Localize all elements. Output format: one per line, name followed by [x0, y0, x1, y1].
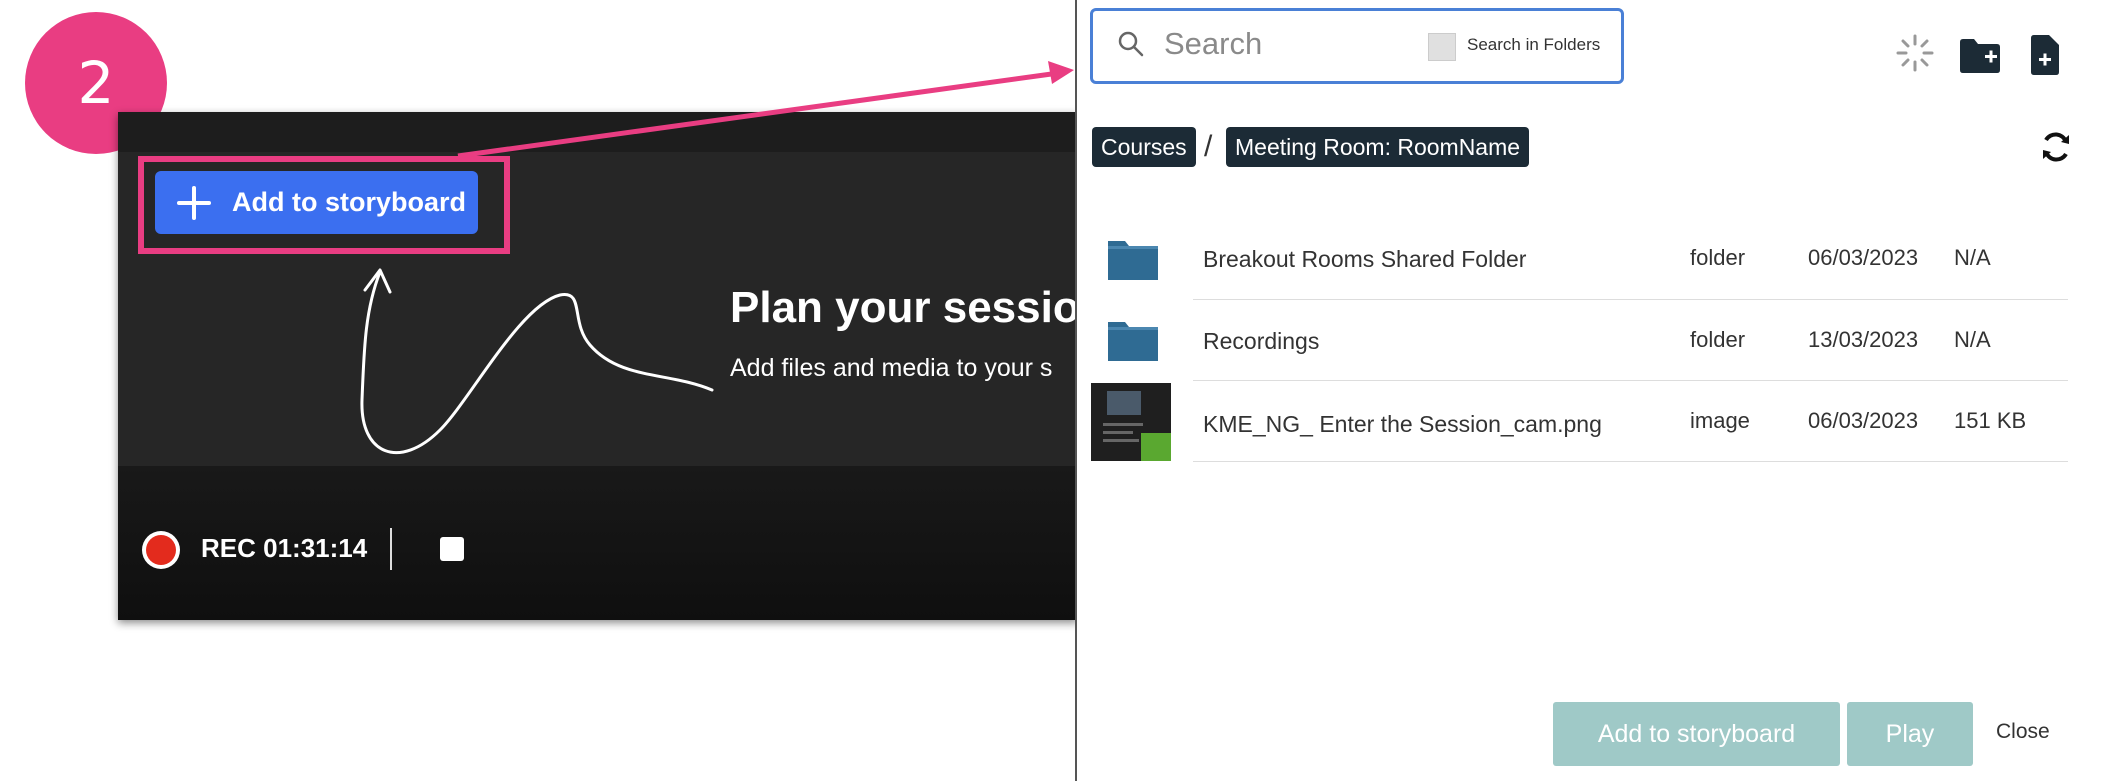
file-size: N/A [1954, 245, 1991, 270]
file-name: Breakout Rooms Shared Folder [1203, 246, 1527, 272]
folder-icon [1108, 322, 1158, 361]
session-top-strip [118, 112, 1078, 152]
connector-arrowhead-icon [1048, 61, 1074, 84]
plan-session-subtitle: Add files and media to your s [730, 354, 1053, 382]
new-folder-icon[interactable] [1958, 36, 2002, 74]
breadcrumb-meeting-room[interactable]: Meeting Room: RoomName [1226, 127, 1530, 167]
search-input[interactable] [1164, 24, 1404, 64]
search-icon [1118, 31, 1144, 57]
plan-session-title: Plan your sessio [730, 283, 1080, 332]
search-in-folders-label: Search in Folders [1467, 35, 1601, 54]
file-date: 06/03/2023 [1808, 245, 1919, 270]
close-button[interactable]: Close [1996, 720, 2050, 744]
image-badge-icon [1141, 433, 1171, 461]
refresh-icon[interactable] [2039, 130, 2073, 164]
file-type: folder [1690, 245, 1746, 270]
file-size: N/A [1954, 327, 1991, 352]
file-name: Recordings [1203, 328, 1320, 354]
recording-timer: REC 01:31:14 [201, 533, 368, 563]
record-indicator-icon [146, 535, 176, 565]
dialog-add-to-storyboard-button[interactable]: Add to storyboard [1553, 702, 1840, 766]
file-row[interactable] [1193, 300, 2068, 381]
recording-divider [390, 528, 392, 570]
file-name: KME_NG_ Enter the Session_cam.png [1203, 411, 1602, 437]
stop-recording-icon[interactable] [440, 537, 464, 561]
loading-spinner-icon [1896, 34, 1934, 72]
new-file-icon[interactable] [2029, 34, 2061, 76]
file-type: folder [1690, 327, 1746, 352]
file-size: 151 KB [1954, 408, 2027, 433]
file-type: image [1690, 408, 1750, 433]
breadcrumb-separator: / [1204, 130, 1213, 163]
file-date: 13/03/2023 [1808, 327, 1919, 352]
file-date: 06/03/2023 [1808, 408, 1919, 433]
folder-icon [1108, 241, 1158, 280]
breadcrumb-courses[interactable]: Courses [1092, 127, 1196, 167]
search-in-folders-checkbox[interactable] [1428, 33, 1456, 61]
play-button[interactable]: Play [1847, 702, 1973, 766]
highlight-frame [138, 156, 510, 254]
image-thumbnail [1091, 383, 1171, 461]
